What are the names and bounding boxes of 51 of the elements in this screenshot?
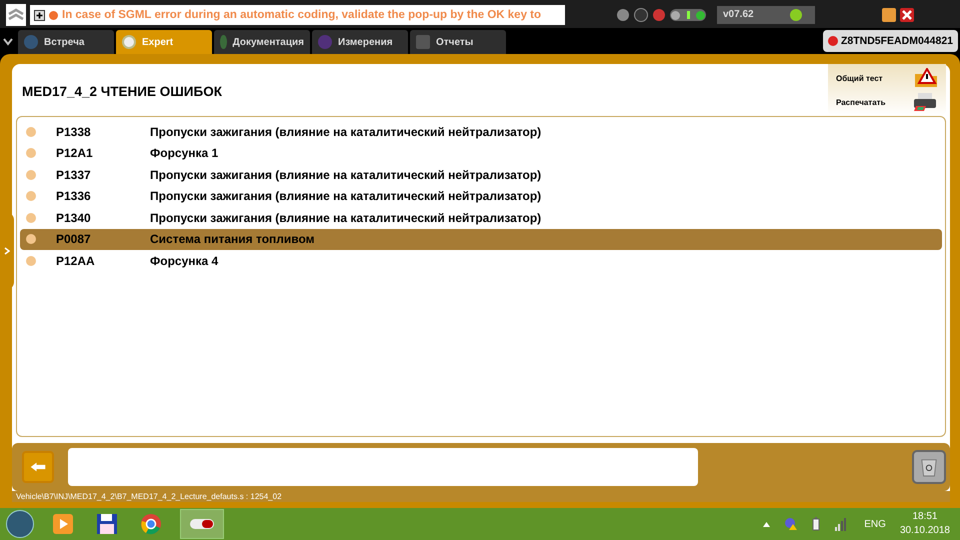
clock-time: 18:51 <box>912 510 938 524</box>
recycle-bin-button[interactable] <box>912 450 946 484</box>
action-link[interactable]: Распечатать <box>832 90 942 114</box>
fault-row[interactable]: P1338 Пропуски зажигания (влияние на каталитический нейтрализатор) <box>20 121 942 142</box>
warning-folder-icon <box>914 68 938 88</box>
fault-code: P1340 <box>56 210 92 225</box>
action-link[interactable]: Общий тест <box>832 66 942 90</box>
tab[interactable]: Отчеты <box>410 30 506 54</box>
arrow-left-icon <box>30 460 46 474</box>
clock-date: 30.10.2018 <box>900 524 950 538</box>
tab[interactable]: Измерения <box>312 30 408 54</box>
start-button[interactable] <box>6 510 34 538</box>
vin-button[interactable]: Z8TND5FEADM044821 <box>822 30 958 52</box>
fault-description: Форсунка 1 <box>150 146 218 160</box>
battery-icon[interactable] <box>812 517 820 531</box>
zoom-control[interactable] <box>670 9 706 21</box>
network-warning-icon[interactable] <box>784 517 798 531</box>
fault-code: P12A1 <box>56 146 94 160</box>
brand-logo-icon <box>6 4 26 26</box>
tray-arrow-icon[interactable] <box>763 522 770 526</box>
fault-code: P1337 <box>56 168 92 182</box>
back-button[interactable] <box>22 451 54 483</box>
close-button[interactable] <box>900 8 914 22</box>
tab[interactable]: Встреча <box>18 30 114 54</box>
fault-row[interactable]: P1336 Пропуски зажигания (влияние на каталитический нейтрализатор) <box>20 186 942 207</box>
fault-description: Пропуски зажигания (влияние на каталитический нейтрализатор) <box>150 210 542 225</box>
fault-row[interactable]: P12AA Форсунка 4 <box>20 250 942 272</box>
file-path: Vehicle\B7\INJ\MED17_4_2\B7_MED17_4_2_Lecture_defauts.s : 1254_02 <box>12 491 950 502</box>
fault-row[interactable]: P1340 Пропуски зажигания (влияние на каталитический нейтрализатор) <box>20 207 942 228</box>
alert-icon <box>49 10 58 20</box>
language-indicator[interactable]: ENG <box>864 518 886 530</box>
fault-row[interactable]: P12A1 Форсунка 1 <box>20 142 942 164</box>
fault-description: Пропуски зажигания (влияние на каталитический нейтрализатор) <box>150 168 542 182</box>
fault-description: Пропуски зажигания (влияние на каталитический нейтрализатор) <box>150 124 542 139</box>
banner-message: In case of SGML error during an automatic coding, validate the pop-up by the OK key to <box>62 9 542 21</box>
version-label: v07.62 <box>717 6 815 24</box>
fault-description: Система питания топливом <box>150 232 315 246</box>
fault-row[interactable]: P1337 Пропуски зажигания (влияние на каталитический нейтрализатор) <box>20 164 942 186</box>
fault-description: Пропуски зажигания (влияние на каталитический нейтрализатор) <box>150 189 542 204</box>
fault-code: P1338 <box>56 124 92 139</box>
fault-row[interactable]: P0087 Система питания топливом <box>20 228 942 250</box>
signal-icon[interactable] <box>834 517 846 531</box>
page-title: MED17_4_2 ЧТЕНИЕ ОШИБОК <box>22 84 222 99</box>
printer-icon <box>912 92 938 112</box>
fault-description: Форсунка 4 <box>150 254 218 268</box>
fault-code: P0087 <box>56 232 92 246</box>
toggle-app-icon[interactable] <box>180 509 224 539</box>
tab[interactable]: Документация <box>214 30 310 54</box>
expand-icon[interactable] <box>34 10 45 20</box>
fault-code: P1336 <box>56 189 92 204</box>
fault-code: P12AA <box>56 254 96 268</box>
